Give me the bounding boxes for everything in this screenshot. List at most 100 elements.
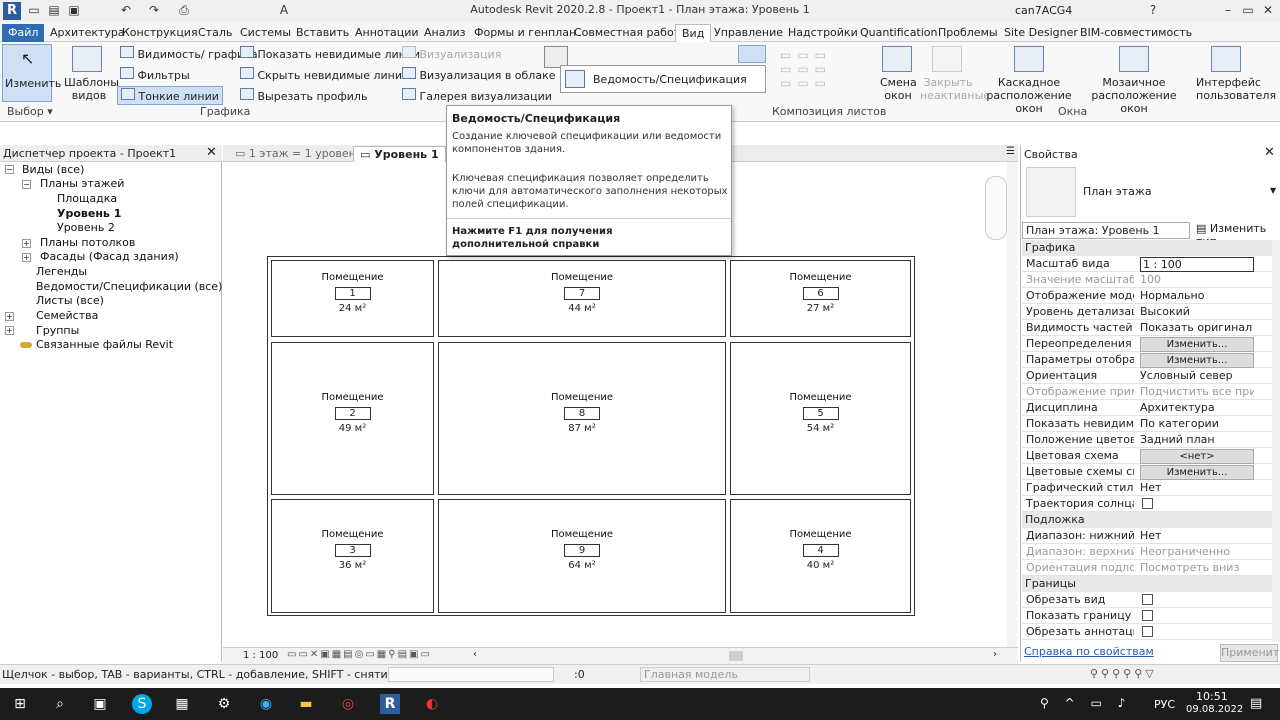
expand-icon[interactable]: + — [22, 253, 31, 262]
property-value[interactable]: Подчистить все примы... — [1140, 385, 1254, 398]
tree-schedules[interactable]: Ведомости/Спецификации (все) — [36, 280, 222, 293]
expand-icon[interactable]: + — [5, 326, 14, 335]
property-row[interactable]: Показать невидимые ... По категории — [1022, 416, 1272, 432]
sheet-tools-icon[interactable]: ▭▭▭ ▭▭▭ ▭▭▭ — [780, 48, 850, 96]
property-row[interactable]: Диапазон: верхний у... Неограниченно — [1022, 544, 1272, 560]
property-row[interactable]: Переопределения ви... Изменить... — [1022, 336, 1272, 352]
cut-profile-button[interactable]: Вырезать профиль — [240, 88, 367, 103]
property-row[interactable]: Дисциплина Архитектура — [1022, 400, 1272, 416]
property-value[interactable]: Нет — [1140, 529, 1254, 542]
tab-annotate[interactable]: Аннотации — [349, 24, 425, 42]
expand-icon[interactable]: + — [22, 239, 31, 248]
property-value[interactable]: По категории — [1140, 417, 1254, 430]
tab-site-designer[interactable]: Site Designer — [998, 24, 1084, 42]
collapse-icon[interactable]: − — [5, 165, 14, 174]
settings-icon[interactable]: ⚙ — [214, 694, 234, 714]
minimize-icon[interactable]: – — [1220, 3, 1236, 19]
tab-file[interactable]: Файл — [2, 24, 45, 42]
tab-steel[interactable]: Сталь — [192, 24, 238, 42]
property-row[interactable]: Параметры отображе... Изменить... — [1022, 352, 1272, 368]
room-tag[interactable]: Помещение 8 87 м² — [438, 342, 726, 495]
property-row[interactable]: Графический стиль от... Нет — [1022, 480, 1272, 496]
property-checkbox[interactable] — [1142, 610, 1153, 621]
vertical-scrollbar[interactable] — [1007, 162, 1017, 647]
room-tag[interactable]: Помещение 5 54 м² — [730, 342, 911, 495]
apply-button[interactable]: Применить — [1220, 644, 1280, 662]
navigation-bar[interactable] — [985, 176, 1007, 240]
property-edit-button[interactable]: <нет> — [1140, 449, 1254, 464]
property-edit-button[interactable]: Изменить... — [1140, 337, 1254, 352]
property-value[interactable]: Показать оригинал — [1140, 321, 1254, 334]
property-value[interactable]: Условный север — [1140, 369, 1254, 382]
tree-level-1[interactable]: Уровень 1 — [57, 207, 121, 220]
property-row[interactable]: Положение цветовой... Задний план — [1022, 432, 1272, 448]
property-row[interactable]: Отображение примы... Подчистить все примы… — [1022, 384, 1272, 400]
property-row[interactable]: Масштаб вида 1 : 100 — [1022, 256, 1272, 272]
revit-taskbar-icon[interactable]: R — [380, 694, 400, 714]
tab-analyze[interactable]: Анализ — [418, 24, 472, 42]
tile-windows-button[interactable]: Мозаичное расположение окон — [1090, 44, 1178, 115]
edge-icon[interactable]: ◉ — [256, 694, 276, 714]
horizontal-scrollbar[interactable] — [729, 651, 743, 661]
property-value[interactable]: Неограниченно — [1140, 545, 1254, 558]
property-row[interactable]: Отображение модели Нормально — [1022, 288, 1272, 304]
property-checkbox[interactable] — [1142, 626, 1153, 637]
property-row[interactable]: Показать границу об... — [1022, 608, 1272, 624]
notifications-icon[interactable]: ▤ — [1250, 696, 1262, 711]
remove-hidden-lines-button[interactable]: Скрыть невидимые линии — [240, 67, 409, 82]
task-view-icon[interactable]: ▣ — [90, 694, 110, 714]
property-edit-button[interactable]: Изменить... — [1140, 353, 1254, 368]
property-row[interactable]: Ориентация подложки Посмотреть вниз — [1022, 560, 1272, 576]
room-tag[interactable]: Помещение 4 40 м² — [730, 499, 911, 613]
clock-time[interactable]: 10:51 — [1196, 690, 1228, 703]
recorder-icon[interactable]: ◐ — [422, 694, 442, 714]
close-icon[interactable]: ✕ — [206, 145, 217, 160]
room-tag[interactable]: Помещение 2 49 м² — [271, 342, 434, 495]
dropdown-item-schedule[interactable]: Ведомость/Спецификация — [593, 73, 747, 86]
help-icon[interactable]: ? — [1145, 3, 1161, 19]
tab-manage[interactable]: Управление — [708, 24, 789, 42]
room-tag[interactable]: Помещение 3 36 м² — [271, 499, 434, 613]
view-templates-button[interactable]: Шаблоны видов — [62, 44, 119, 102]
property-checkbox[interactable] — [1142, 594, 1153, 605]
room-tag[interactable]: Помещение 1 24 м² — [271, 260, 434, 337]
scroll-right-icon[interactable]: › — [993, 649, 997, 660]
tab-addins[interactable]: Надстройки — [782, 24, 864, 42]
visibility-graphics-button[interactable]: Видимость/ графика — [120, 46, 258, 61]
design-option-selector[interactable]: Главная модель — [640, 667, 810, 682]
file-explorer-icon[interactable]: ▬ — [296, 694, 316, 714]
property-row[interactable]: Обрезать вид — [1022, 592, 1272, 608]
property-checkbox[interactable] — [1142, 498, 1153, 509]
property-row[interactable]: Диапазон: нижний ур... Нет — [1022, 528, 1272, 544]
tab-structure[interactable]: Конструкция — [116, 24, 204, 42]
language-indicator[interactable]: РУС — [1154, 698, 1175, 711]
properties-help-link[interactable]: Справка по свойствам — [1024, 645, 1154, 658]
calculator-icon[interactable]: ▦ — [172, 694, 192, 714]
view-tab-level-1[interactable]: ▭ Уровень 1 — [353, 146, 446, 162]
filters-button[interactable]: Фильтры — [120, 67, 190, 82]
tab-quantification[interactable]: Quantification — [854, 24, 944, 42]
tab-bim[interactable]: BIM-совместимость — [1074, 24, 1198, 42]
tree-groups[interactable]: Группы — [36, 324, 79, 337]
clock-date[interactable]: 09.08.2022 — [1186, 704, 1243, 715]
maximize-icon[interactable]: ▭ — [1240, 3, 1256, 19]
tab-view[interactable]: Вид — [675, 24, 712, 42]
cascade-windows-button[interactable]: Каскадное расположение окон — [980, 44, 1078, 115]
user-interface-button[interactable]: Интерфейс пользователя — [1196, 44, 1276, 102]
property-edit-button[interactable]: Изменить... — [1140, 465, 1254, 480]
select-group-label[interactable]: Выбор ▾ — [7, 105, 53, 118]
property-row[interactable]: Уровень детализации Высокий — [1022, 304, 1272, 320]
schedules-button[interactable] — [738, 45, 766, 63]
section-extents[interactable]: Границы — [1022, 576, 1272, 592]
property-value[interactable]: 1 : 100 — [1140, 257, 1254, 272]
schedules-dropdown[interactable]: Ведомость/Спецификация — [560, 65, 766, 93]
system-tray-icon[interactable]: ⚲ ^ ▭ ♪ — [1040, 696, 1131, 710]
collapse-icon[interactable]: − — [22, 180, 31, 189]
search-icon[interactable]: ⌕ — [50, 694, 70, 714]
property-row[interactable]: Обрезать аннотации — [1022, 624, 1272, 640]
selection-filters-icon[interactable]: ⚲⚲⚲⚲⚲▽ — [1090, 667, 1157, 680]
switch-windows-button[interactable]: Смена окон — [880, 44, 917, 102]
view-scale[interactable]: 1 : 100 — [243, 650, 278, 661]
tree-views-all[interactable]: Виды (все) — [22, 163, 84, 176]
workset-selector[interactable] — [388, 667, 554, 682]
